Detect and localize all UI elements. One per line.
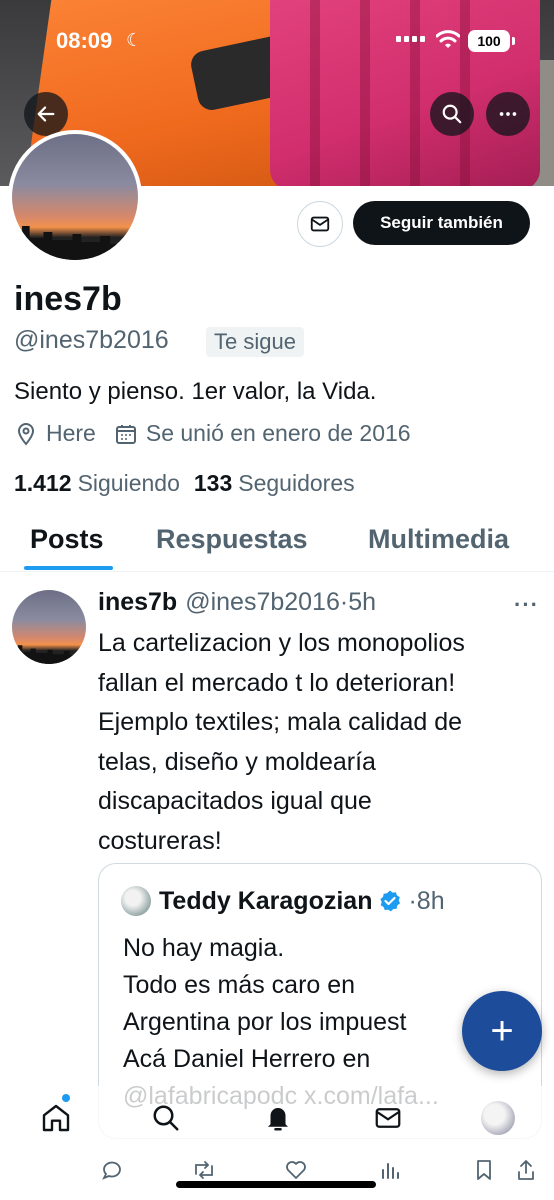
profile-bio: Siento y pienso. 1er valor, la Vida. bbox=[14, 378, 377, 405]
tab-posts[interactable]: Posts bbox=[30, 524, 104, 555]
home-indicator bbox=[176, 1181, 376, 1188]
profile-tabs: Posts Respuestas Multimedia bbox=[0, 510, 554, 572]
views-button[interactable] bbox=[376, 1156, 404, 1184]
followers-count: 133 bbox=[193, 470, 233, 496]
views-icon bbox=[382, 1163, 399, 1179]
nav-messages[interactable] bbox=[370, 1100, 406, 1136]
nav-profile[interactable] bbox=[480, 1100, 516, 1136]
envelope-icon bbox=[310, 216, 330, 232]
profile-stats: 1.412 Siguiendo 133 Seguidores bbox=[14, 470, 355, 497]
profile-avatar[interactable] bbox=[8, 130, 142, 264]
post-header: ines7b @ines7b2016 · 5h bbox=[98, 588, 376, 617]
home-icon bbox=[42, 1104, 70, 1132]
battery-indicator: 100 bbox=[468, 30, 510, 52]
followers-label: Seguidores bbox=[238, 470, 355, 496]
post-separator: · bbox=[339, 588, 349, 616]
bookmark-button[interactable] bbox=[470, 1156, 498, 1184]
moon-icon: ☾ bbox=[126, 30, 143, 50]
profile-location: Here bbox=[14, 420, 96, 447]
post-author-avatar[interactable] bbox=[12, 590, 86, 664]
like-button[interactable] bbox=[282, 1156, 310, 1184]
post-text-line: discapacitados igual que bbox=[98, 787, 372, 816]
compose-post-button[interactable]: + bbox=[462, 991, 542, 1071]
nav-home[interactable] bbox=[38, 1100, 74, 1136]
home-notification-dot bbox=[62, 1094, 70, 1102]
verified-badge-icon bbox=[380, 890, 401, 912]
profile-display-name: ines7b bbox=[14, 280, 122, 318]
heart-icon bbox=[286, 1161, 306, 1179]
post-text-line: La cartelizacion y los monopolios bbox=[98, 629, 465, 657]
post-text-line: Ejemplo textiles; mala calidad de bbox=[98, 708, 463, 737]
reply-button[interactable] bbox=[98, 1156, 126, 1184]
back-button[interactable] bbox=[24, 92, 68, 136]
following-link[interactable]: 1.412 Siguiendo bbox=[14, 470, 180, 497]
quoted-text-line: No hay magia. bbox=[123, 934, 285, 962]
post-text: La cartelizacion y los monopolios fallan… bbox=[98, 624, 543, 862]
joined-text: Se unió en enero de 2016 bbox=[145, 420, 411, 446]
quoted-author-avatar bbox=[121, 886, 151, 916]
share-button[interactable] bbox=[512, 1156, 540, 1184]
ellipsis-icon bbox=[499, 112, 517, 116]
post-timestamp[interactable]: 5h bbox=[348, 588, 376, 617]
share-icon bbox=[518, 1160, 534, 1180]
search-icon bbox=[153, 1105, 179, 1131]
active-tab-indicator bbox=[24, 566, 113, 570]
following-label: Siguiendo bbox=[77, 470, 180, 496]
arrow-left-icon bbox=[37, 106, 55, 122]
search-icon bbox=[442, 104, 462, 124]
post-text-line: telas, diseño y moldearía bbox=[98, 747, 376, 776]
quoted-post-header: Teddy Karagozian · 8h bbox=[121, 886, 445, 916]
profile-avatar-small bbox=[481, 1101, 515, 1135]
location-pin-icon bbox=[17, 422, 35, 446]
profile-joined: Se unió en enero de 2016 bbox=[114, 420, 411, 447]
post-author-handle: @ines7b2016 bbox=[185, 588, 340, 616]
post-author-name[interactable]: ines7b bbox=[98, 588, 177, 617]
followers-link[interactable]: 133 Seguidores bbox=[194, 470, 355, 497]
nav-search[interactable] bbox=[148, 1100, 184, 1136]
quoted-separator: · bbox=[408, 886, 417, 915]
battery-tip bbox=[512, 37, 515, 45]
post-text-line: fallan el mercado t lo deterioran! bbox=[98, 668, 456, 697]
repost-icon bbox=[195, 1161, 213, 1179]
profile-meta: Here Se unió en enero de 2016 bbox=[14, 420, 411, 447]
status-bar: 08:09 ☾ 100 bbox=[0, 0, 554, 86]
quoted-timestamp: 8h bbox=[416, 886, 445, 915]
post-text-line: costureras! bbox=[98, 826, 222, 855]
calendar-icon bbox=[115, 424, 136, 444]
profile-handle: @ines7b2016 bbox=[14, 326, 169, 354]
status-time: 08:09 bbox=[56, 28, 113, 53]
follows-you-badge: Te sigue bbox=[206, 327, 304, 357]
quoted-author-name: Teddy Karagozian bbox=[159, 886, 373, 915]
message-button[interactable] bbox=[297, 201, 343, 247]
envelope-icon bbox=[375, 1108, 401, 1128]
location-text: Here bbox=[46, 420, 96, 446]
post-more-icon[interactable]: ··· bbox=[514, 592, 539, 618]
tab-media[interactable]: Multimedia bbox=[368, 524, 509, 555]
following-count: 1.412 bbox=[14, 470, 72, 496]
more-options-button[interactable] bbox=[486, 92, 530, 136]
tab-replies[interactable]: Respuestas bbox=[156, 524, 308, 555]
quoted-text-line: Todo es más caro en bbox=[123, 971, 356, 999]
bookmark-icon bbox=[477, 1160, 491, 1180]
bottom-navigation bbox=[0, 1086, 554, 1150]
follow-back-button[interactable]: Seguir también bbox=[353, 201, 530, 245]
repost-button[interactable] bbox=[190, 1156, 218, 1184]
search-button[interactable] bbox=[430, 92, 474, 136]
wifi-icon bbox=[436, 30, 460, 48]
bell-icon bbox=[268, 1108, 288, 1131]
reply-icon bbox=[102, 1161, 121, 1180]
cellular-signal-icon bbox=[396, 36, 425, 42]
nav-notifications[interactable] bbox=[260, 1100, 296, 1136]
